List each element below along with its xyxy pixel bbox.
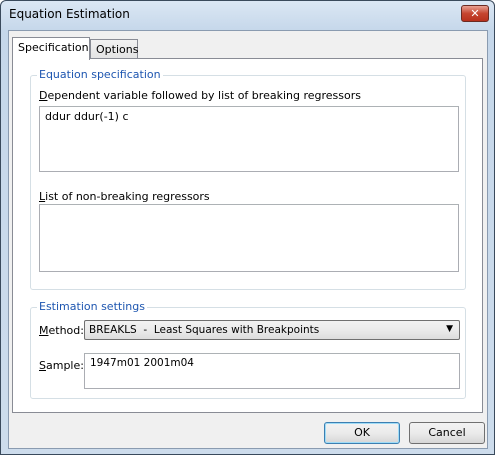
- dependent-variable-input[interactable]: ddur ddur(-1) c: [39, 106, 459, 172]
- accel-key: M: [39, 324, 49, 337]
- ok-button[interactable]: OK: [324, 422, 400, 444]
- equation-specification-group: Equation specification Dependent variabl…: [30, 68, 466, 290]
- dependent-variable-label: Dependent variable followed by list of b…: [39, 89, 361, 102]
- non-breaking-regressors-input[interactable]: [39, 204, 459, 272]
- chevron-down-icon: ▼: [446, 324, 453, 334]
- cancel-button[interactable]: Cancel: [409, 422, 485, 444]
- method-label: Method:: [39, 324, 84, 337]
- label-text: ample:: [45, 359, 84, 372]
- method-dropdown[interactable]: BREAKLS - Least Squares with Breakpoints…: [84, 320, 460, 340]
- specification-panel: Equation specification Dependent variabl…: [12, 58, 483, 413]
- tab-specification[interactable]: Specification: [12, 37, 90, 60]
- non-breaking-regressors-label: List of non-breaking regressors: [39, 190, 210, 203]
- sample-label: Sample:: [39, 359, 84, 372]
- label-text: ethod:: [48, 324, 84, 337]
- label-text: ependent variable followed by list of br…: [47, 89, 361, 102]
- sample-input[interactable]: 1947m01 2001m04: [84, 353, 460, 389]
- dialog-window: Equation Estimation ✕ Specification Opti…: [0, 0, 495, 455]
- label-text: ist of non-breaking regressors: [45, 190, 210, 203]
- close-button[interactable]: ✕: [461, 5, 489, 22]
- window-title: Equation Estimation: [9, 7, 130, 21]
- accel-key: S: [39, 359, 46, 372]
- estimation-settings-group: Estimation settings Method: BREAKLS - Le…: [30, 300, 466, 399]
- group-label: Estimation settings: [37, 300, 147, 313]
- close-icon: ✕: [470, 7, 480, 20]
- method-value: BREAKLS - Least Squares with Breakpoints: [89, 324, 320, 336]
- dialog-body: Specification Options Equation specifica…: [8, 30, 488, 449]
- tab-options[interactable]: Options: [90, 39, 138, 59]
- group-label: Equation specification: [37, 68, 163, 81]
